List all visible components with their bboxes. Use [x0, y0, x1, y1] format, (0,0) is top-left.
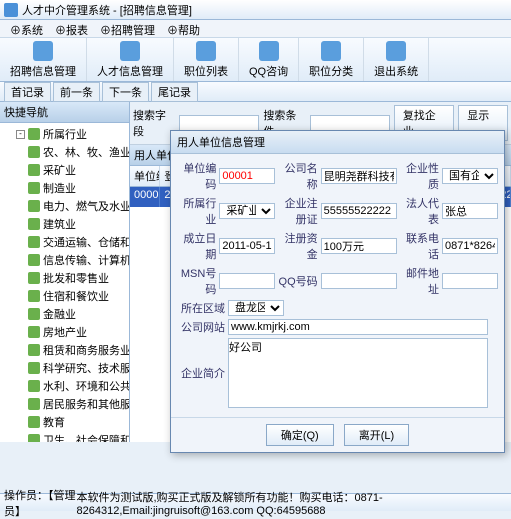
qq-icon — [259, 41, 279, 61]
statusbar: 操作员：【管理员】 本软件为测试版,购买正式版及解锁所有功能！购买电话：0871… — [0, 493, 511, 511]
navbar: 首记录 前一条 下一条 尾记录 — [0, 82, 511, 102]
tree-node[interactable]: 批发和零售业 — [2, 269, 127, 287]
mail-input[interactable] — [442, 273, 498, 289]
ind-select[interactable]: 采矿业 — [219, 203, 275, 219]
tree-node[interactable]: 制造业 — [2, 179, 127, 197]
talent-icon — [120, 41, 140, 61]
tree-node[interactable]: 房地产业 — [2, 323, 127, 341]
cap-input[interactable] — [321, 238, 397, 254]
tree-node[interactable]: 水利、环境和公共设 — [2, 377, 127, 395]
tree-node[interactable]: 采矿业 — [2, 161, 127, 179]
tool-pos-list[interactable]: 职位列表 — [174, 38, 239, 81]
toolbar: 招聘信息管理 人才信息管理 职位列表 QQ咨询 职位分类 退出系统 — [0, 38, 511, 82]
tree-node[interactable]: 居民服务和其他服务 — [2, 395, 127, 413]
ok-button[interactable]: 确定(Q) — [266, 424, 334, 446]
exit-icon — [386, 41, 406, 61]
menubar: ⊕系统 ⊕报表 ⊕招聘管理 ⊕帮助 — [0, 20, 511, 38]
poslist-icon — [196, 41, 216, 61]
search-cond-input[interactable] — [310, 115, 390, 131]
code-input[interactable] — [219, 168, 275, 184]
window-title: 人才中介管理系统 - [招聘信息管理] — [22, 2, 192, 18]
tool-exit[interactable]: 退出系统 — [364, 38, 429, 81]
tree-node[interactable]: 金融业 — [2, 305, 127, 323]
menu-system[interactable]: ⊕系统 — [4, 20, 49, 37]
tree-node[interactable]: 卫生、社会保障和社 — [2, 431, 127, 442]
menu-help[interactable]: ⊕帮助 — [161, 20, 206, 37]
tree-node[interactable]: 电力、燃气及水业 — [2, 197, 127, 215]
titlebar: 人才中介管理系统 - [招聘信息管理] — [0, 0, 511, 20]
sidebar: 快捷导航 -所属行业农、林、牧、渔业采矿业制造业电力、燃气及水业建筑业交通运输、… — [0, 102, 130, 442]
tool-talent-mgmt[interactable]: 人才信息管理 — [87, 38, 174, 81]
desc-textarea[interactable] — [228, 338, 488, 408]
nav-first[interactable]: 首记录 — [4, 82, 51, 102]
tree-node[interactable]: 信息传输、计算机服 — [2, 251, 127, 269]
recruit-icon — [33, 41, 53, 61]
name-input[interactable] — [321, 168, 397, 184]
legal-input[interactable] — [442, 203, 498, 219]
company-dialog: 用人单位信息管理 单位编码公司名称企业性质国有企业 所属行业采矿业企业注册证法人… — [170, 130, 505, 453]
tree-node[interactable]: 科学研究、技术服务 — [2, 359, 127, 377]
search-kw-input[interactable] — [179, 115, 259, 131]
tool-recruit-mgmt[interactable]: 招聘信息管理 — [0, 38, 87, 81]
status-operator: 操作员：【管理员】 — [4, 487, 77, 519]
poscat-icon — [321, 41, 341, 61]
tree-node[interactable]: 住宿和餐饮业 — [2, 287, 127, 305]
nav-prev[interactable]: 前一条 — [53, 82, 100, 102]
tree-node[interactable]: 农、林、牧、渔业 — [2, 143, 127, 161]
tree-node[interactable]: -所属行业 — [2, 125, 127, 143]
nav-next[interactable]: 下一条 — [102, 82, 149, 102]
dialog-title: 用人单位信息管理 — [171, 131, 504, 154]
tool-qq[interactable]: QQ咨询 — [239, 38, 299, 81]
tool-pos-cat[interactable]: 职位分类 — [299, 38, 364, 81]
reg-input[interactable] — [321, 203, 397, 219]
menu-report[interactable]: ⊕报表 — [49, 20, 94, 37]
tree-node[interactable]: 教育 — [2, 413, 127, 431]
loc-select[interactable]: 盘龙区 — [228, 300, 284, 316]
nav-last[interactable]: 尾记录 — [151, 82, 198, 102]
nav-tree: -所属行业农、林、牧、渔业采矿业制造业电力、燃气及水业建筑业交通运输、仓储和邮信… — [0, 123, 129, 442]
qq-input[interactable] — [321, 273, 397, 289]
tree-header: 快捷导航 — [0, 102, 129, 123]
cancel-button[interactable]: 离开(L) — [344, 424, 409, 446]
tree-node[interactable]: 建筑业 — [2, 215, 127, 233]
menu-recruit[interactable]: ⊕招聘管理 — [94, 20, 161, 37]
tree-node[interactable]: 交通运输、仓储和邮 — [2, 233, 127, 251]
msn-input[interactable] — [219, 273, 275, 289]
date-input[interactable] — [219, 238, 275, 254]
web-input[interactable] — [228, 319, 488, 335]
status-info: 本软件为测试版,购买正式版及解锁所有功能！购买电话：0871-8264312,E… — [77, 489, 508, 517]
tree-node[interactable]: 租赁和商务服务业 — [2, 341, 127, 359]
tel-input[interactable] — [442, 238, 498, 254]
app-icon — [4, 3, 18, 17]
type-select[interactable]: 国有企业 — [442, 168, 498, 184]
